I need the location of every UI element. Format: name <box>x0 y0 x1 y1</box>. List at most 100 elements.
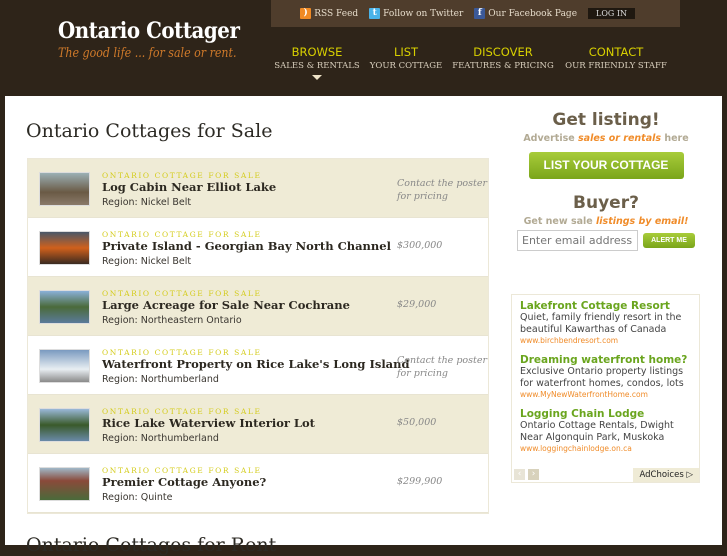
listing-title[interactable]: Large Acreage for Sale Near Cochrane <box>102 298 350 312</box>
listing-category: ONTARIO COTTAGE FOR SALE <box>102 230 262 239</box>
buyer-heading: Buyer? <box>573 193 639 213</box>
login-button[interactable]: LOG IN <box>588 8 635 19</box>
listing-price: $299,900 <box>397 476 443 487</box>
nav-main: CONTACT <box>588 45 644 59</box>
top-links-bar: ) RSS Feed t Follow on Twitter f Our Facebo… <box>271 0 680 27</box>
site-logo[interactable]: Ontario Cottager The good life ... for s… <box>58 18 268 61</box>
alert-me-button[interactable]: ALERT ME <box>643 233 695 248</box>
advertise-label: Advertise <box>523 133 579 144</box>
main-nav: BROWSE SALES & RENTALS LIST YOUR COTTAGE D… <box>271 45 675 80</box>
listing-region: Region: Nickel Belt <box>102 197 192 208</box>
nav-main: DISCOVER <box>473 45 533 59</box>
listing-region: Region: Northumberland <box>102 374 219 385</box>
listing-title[interactable]: Premier Cottage Anyone? <box>102 475 266 489</box>
listing-price: Contact the poster for pricing <box>397 178 487 202</box>
listing-row[interactable]: ONTARIO COTTAGE FOR SALE Log Cabin Near E… <box>28 159 488 218</box>
listing-thumbnail[interactable] <box>39 172 90 206</box>
listing-title[interactable]: Log Cabin Near Elliot Lake <box>102 180 276 194</box>
nav-sub: SALES & RENTALS <box>274 61 360 71</box>
site-header: Ontario Cottager The good life ... for s… <box>0 0 727 96</box>
ad-url[interactable]: www.MyNewWaterfrontHome.com <box>520 390 691 399</box>
listing-title[interactable]: Rice Lake Waterview Interior Lot <box>102 416 315 430</box>
ad-title[interactable]: Dreaming waterfront home? <box>520 354 691 366</box>
nav-main: BROWSE <box>291 45 343 59</box>
listing-price: $29,000 <box>397 299 437 310</box>
nav-browse[interactable]: BROWSE SALES & RENTALS <box>271 45 363 80</box>
listing-row[interactable]: ONTARIO COTTAGE FOR SALE Large Acreage fo… <box>28 277 488 336</box>
listing-region: Region: Northumberland <box>102 433 219 444</box>
twitter-icon: t <box>369 8 381 19</box>
logo-title: Ontario Cottager <box>58 18 240 44</box>
advertise-text: Advertise sales or rentals here <box>511 133 701 144</box>
listing-list: ONTARIO COTTAGE FOR SALE Log Cabin Near E… <box>27 158 489 514</box>
advertise-end: here <box>661 133 689 144</box>
twitter-label: Follow on Twitter <box>383 8 464 19</box>
ad-title[interactable]: Lakefront Cottage Resort <box>520 300 691 312</box>
ad-url[interactable]: www.birchbendresort.com <box>520 336 691 345</box>
nav-list[interactable]: LIST YOUR COTTAGE <box>363 45 449 80</box>
listing-category: ONTARIO COTTAGE FOR SALE <box>102 466 262 475</box>
new-sale-label: Get new sale <box>523 216 597 227</box>
ad-url[interactable]: www.loggingchainlodge.on.ca <box>520 444 691 453</box>
facebook-link[interactable]: f Our Facebook Page <box>474 8 577 19</box>
facebook-label: Our Facebook Page <box>488 8 578 19</box>
sidebar: Get listing! Advertise sales or rentals … <box>511 110 701 251</box>
active-arrow-icon <box>312 75 322 80</box>
listing-row[interactable]: ONTARIO COTTAGE FOR SALE Premier Cottage … <box>28 454 488 513</box>
email-alert-form: ALERT ME <box>511 230 701 251</box>
advertise-emphasis: sales or rentals <box>578 133 662 144</box>
ad-description: Exclusive Ontario property listings for … <box>520 366 684 389</box>
nav-sub: YOUR COTTAGE <box>369 61 443 71</box>
adchoices-link[interactable]: AdChoices ▷ <box>633 468 699 482</box>
listing-thumbnail[interactable] <box>39 467 90 501</box>
new-sale-emphasis: listings by email! <box>596 216 689 227</box>
nav-sub: FEATURES & PRICING <box>452 61 554 71</box>
listing-thumbnail[interactable] <box>39 408 90 442</box>
listing-row[interactable]: ONTARIO COTTAGE FOR SALE Waterfront Prope… <box>28 336 488 395</box>
listing-category: ONTARIO COTTAGE FOR SALE <box>102 407 262 416</box>
nav-sub: OUR FRIENDLY STAFF <box>565 61 667 71</box>
listing-row[interactable]: ONTARIO COTTAGE FOR SALE Private Island -… <box>28 218 488 277</box>
listing-category: ONTARIO COTTAGE FOR SALE <box>102 348 262 357</box>
listing-price: $50,000 <box>397 417 437 428</box>
nav-contact[interactable]: CONTACT OUR FRIENDLY STAFF <box>557 45 675 80</box>
listing-price: Contact the poster for pricing <box>397 355 487 379</box>
rss-label: RSS Feed <box>314 8 359 19</box>
ad-pager: ‹ › <box>514 469 539 480</box>
list-your-cottage-button[interactable]: LIST YOUR COTTAGE <box>528 152 684 179</box>
email-input[interactable] <box>517 230 638 251</box>
listing-thumbnail[interactable] <box>39 290 90 324</box>
nav-discover[interactable]: DISCOVER FEATURES & PRICING <box>449 45 557 80</box>
ad-item[interactable]: Dreaming waterfront home? Exclusive Ontar… <box>520 354 691 399</box>
listing-price: $300,000 <box>397 240 443 251</box>
ad-description: Ontario Cottage Rentals, Dwight Near Alg… <box>520 420 674 443</box>
next-ad-icon[interactable]: › <box>528 469 539 480</box>
ad-item[interactable]: Logging Chain Lodge Ontario Cottage Renta… <box>520 408 691 453</box>
listing-thumbnail[interactable] <box>39 349 90 383</box>
listing-region: Region: Quinte <box>102 492 173 503</box>
ad-title[interactable]: Logging Chain Lodge <box>520 408 691 420</box>
adchoices-label: AdChoices <box>639 470 684 480</box>
prev-ad-icon[interactable]: ‹ <box>514 469 525 480</box>
facebook-icon: f <box>474 8 486 19</box>
listing-category: ONTARIO COTTAGE FOR SALE <box>102 171 262 180</box>
ad-item[interactable]: Lakefront Cottage Resort Quiet, family fr… <box>520 300 691 345</box>
rss-link[interactable]: ) RSS Feed <box>300 8 358 19</box>
get-listing-heading: Get listing! <box>552 110 660 130</box>
listing-region: Region: Nickel Belt <box>102 256 192 267</box>
ad-description: Quiet, family friendly resort in the bea… <box>520 312 682 335</box>
rent-heading: Ontario Cottages for Rent <box>26 534 277 556</box>
listing-category: ONTARIO COTTAGE FOR SALE <box>102 289 262 298</box>
twitter-link[interactable]: t Follow on Twitter <box>369 8 463 19</box>
listing-thumbnail[interactable] <box>39 231 90 265</box>
listing-row[interactable]: ONTARIO COTTAGE FOR SALE Rice Lake Waterv… <box>28 395 488 454</box>
listing-title[interactable]: Waterfront Property on Rice Lake's Long … <box>102 357 410 371</box>
rss-icon: ) <box>300 8 312 19</box>
listing-region: Region: Northeastern Ontario <box>102 315 242 326</box>
adchoices-icon: ▷ <box>686 470 693 480</box>
logo-tagline: The good life ... for sale or rent. <box>58 46 237 61</box>
new-sale-text: Get new sale listings by email! <box>511 216 701 227</box>
listing-title[interactable]: Private Island - Georgian Bay North Chan… <box>102 239 391 253</box>
ad-box: Lakefront Cottage Resort Quiet, family fr… <box>511 294 700 483</box>
page-title: Ontario Cottages for Sale <box>26 120 273 142</box>
